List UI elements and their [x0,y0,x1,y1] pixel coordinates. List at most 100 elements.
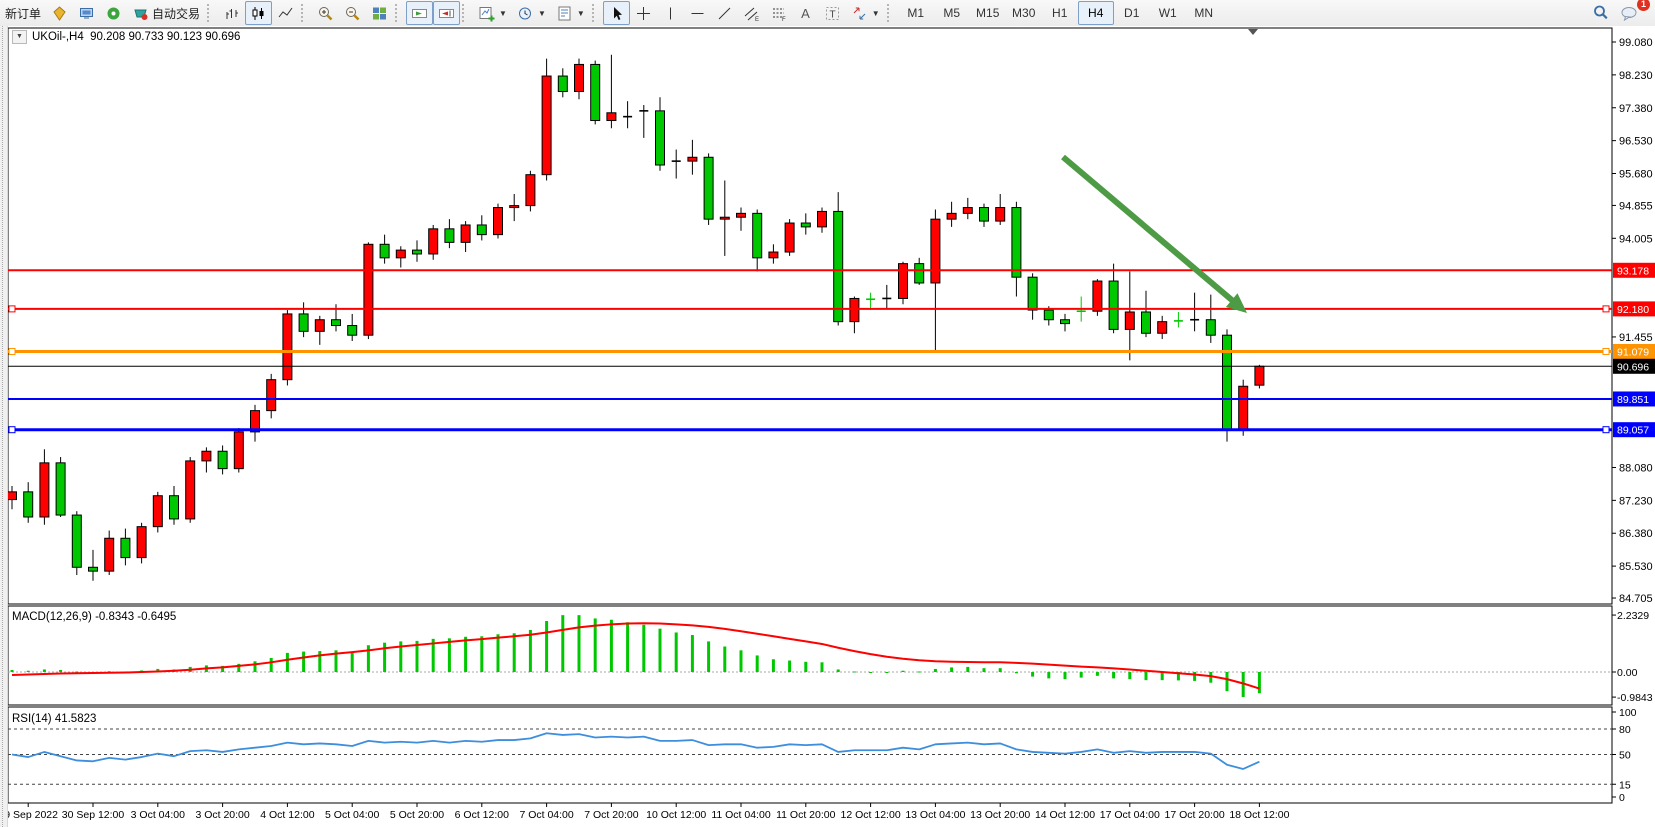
text-label-tool-button[interactable]: T [819,1,846,25]
new-order-button[interactable]: 新订单 [0,1,46,25]
svg-text:88.080: 88.080 [1619,462,1653,474]
timeframe-m5[interactable]: M5 [934,1,970,25]
svg-text:12 Oct 12:00: 12 Oct 12:00 [841,809,901,821]
zoom-in-icon [317,5,334,22]
vertical-line-tool-button[interactable] [657,1,684,25]
timeframe-d1[interactable]: D1 [1114,1,1150,25]
svg-text:17 Oct 04:00: 17 Oct 04:00 [1100,809,1160,821]
toolbar-grip [592,4,601,22]
dropdown-arrow-icon: ▼ [538,9,546,18]
arrows-tool-button[interactable]: ▼ [846,1,885,25]
signals-button[interactable] [100,1,127,25]
svg-text:A: A [801,6,810,21]
zoom-in-button[interactable] [312,1,339,25]
svg-text:13 Oct 04:00: 13 Oct 04:00 [905,809,965,821]
svg-text:F: F [782,17,786,22]
arrows-icon [851,5,868,22]
chart-title-row: ▼ UKOil-,H4 90.208 90.733 90.123 90.696 [12,30,240,44]
timeframe-m1[interactable]: M1 [898,1,934,25]
fibonacci-tool-button[interactable]: F [765,1,792,25]
svg-text:11 Oct 20:00: 11 Oct 20:00 [776,809,836,821]
timeframe-group: M1 M5 M15 M30 H1 H4 D1 W1 MN [898,1,1222,25]
new-chart-icon [478,5,495,22]
svg-text:3 Oct 04:00: 3 Oct 04:00 [131,809,185,821]
window-edge-grip[interactable] [0,26,8,827]
text-icon: A [797,5,814,22]
svg-text:30 Sep 12:00: 30 Sep 12:00 [62,809,125,821]
timeframe-m15[interactable]: M15 [970,1,1006,25]
svg-text:50: 50 [1619,750,1631,762]
search-button[interactable] [1587,1,1615,25]
svg-text:13 Oct 20:00: 13 Oct 20:00 [970,809,1030,821]
bar-chart-mode-button[interactable] [218,1,245,25]
trendline-tool-button[interactable] [711,1,738,25]
tile-windows-icon [371,5,388,22]
one-click-trading-caret-icon[interactable]: ▼ [12,30,27,44]
tile-windows-button[interactable] [366,1,393,25]
virtual-hosting-button[interactable] [73,1,100,25]
dropdown-arrow-icon: ▼ [872,9,880,18]
line-chart-icon [277,5,294,22]
svg-text:98.230: 98.230 [1619,70,1653,82]
svg-text:29 Sep 2022: 29 Sep 2022 [0,809,58,821]
new-chart-button[interactable]: ▼ [473,1,512,25]
notifications-button[interactable]: 1 [1615,1,1645,25]
toolbar-grip [887,4,896,22]
fibonacci-icon: F [770,5,787,22]
svg-text:3 Oct 20:00: 3 Oct 20:00 [195,809,249,821]
svg-text:15: 15 [1619,779,1631,791]
text-tool-button[interactable]: A [792,1,819,25]
svg-text:18 Oct 12:00: 18 Oct 12:00 [1229,809,1289,821]
terminal-icon [78,5,95,22]
cursor-icon [608,5,625,22]
horizontal-line-tool-button[interactable] [684,1,711,25]
zoom-out-button[interactable] [339,1,366,25]
period-button[interactable]: ▼ [512,1,551,25]
dropdown-arrow-icon: ▼ [577,9,585,18]
chart-window: 99.08098.23097.38096.53095.68094.85594.0… [0,26,1655,827]
svg-text:90.696: 90.696 [1617,361,1649,373]
chart-title: UKOil-,H4 90.208 90.733 90.123 90.696 [32,31,240,43]
line-chart-mode-button[interactable] [272,1,299,25]
zoom-out-icon [344,5,361,22]
chart-shift-button[interactable] [433,1,460,25]
timeframe-h1[interactable]: H1 [1042,1,1078,25]
templates-button[interactable]: ▼ [551,1,590,25]
dropdown-arrow-icon: ▼ [499,9,507,18]
template-icon [556,5,573,22]
svg-text:92.180: 92.180 [1617,304,1649,316]
text-label-icon: T [824,5,841,22]
candlestick-chart-icon [250,5,267,22]
crosshair-icon [635,5,652,22]
svg-text:84.705: 84.705 [1619,593,1653,605]
toolbar-grip [395,4,404,22]
svg-text:E: E [755,17,759,22]
chart-canvas[interactable]: 99.08098.23097.38096.53095.68094.85594.0… [0,26,1655,827]
svg-text:96.530: 96.530 [1619,136,1653,148]
timeframe-h4[interactable]: H4 [1078,1,1114,25]
svg-text:11 Oct 04:00: 11 Oct 04:00 [711,809,771,821]
auto-scroll-button[interactable] [406,1,433,25]
timeframe-w1[interactable]: W1 [1150,1,1186,25]
candle-chart-mode-button[interactable] [245,1,272,25]
auto-scroll-icon [411,5,428,22]
svg-text:91.455: 91.455 [1619,332,1653,344]
svg-text:85.530: 85.530 [1619,561,1653,573]
timeframe-m30[interactable]: M30 [1006,1,1042,25]
bar-chart-icon [223,5,240,22]
search-icon [1592,4,1610,22]
auto-trading-button[interactable]: 自动交易 [127,1,205,25]
macd-indicator-label: MACD(12,26,9) -0.8343 -0.6495 [12,611,176,623]
svg-text:14 Oct 12:00: 14 Oct 12:00 [1035,809,1095,821]
timeframe-mn[interactable]: MN [1186,1,1222,25]
svg-text:7 Oct 04:00: 7 Oct 04:00 [519,809,573,821]
svg-text:89.057: 89.057 [1617,425,1649,437]
svg-text:5 Oct 04:00: 5 Oct 04:00 [325,809,379,821]
channel-tool-button[interactable]: E [738,1,765,25]
svg-text:17 Oct 20:00: 17 Oct 20:00 [1165,809,1225,821]
history-center-button[interactable] [46,1,73,25]
cursor-tool-button[interactable] [603,1,630,25]
crosshair-tool-button[interactable] [630,1,657,25]
svg-text:T: T [829,9,835,20]
toolbar-grip [301,4,310,22]
